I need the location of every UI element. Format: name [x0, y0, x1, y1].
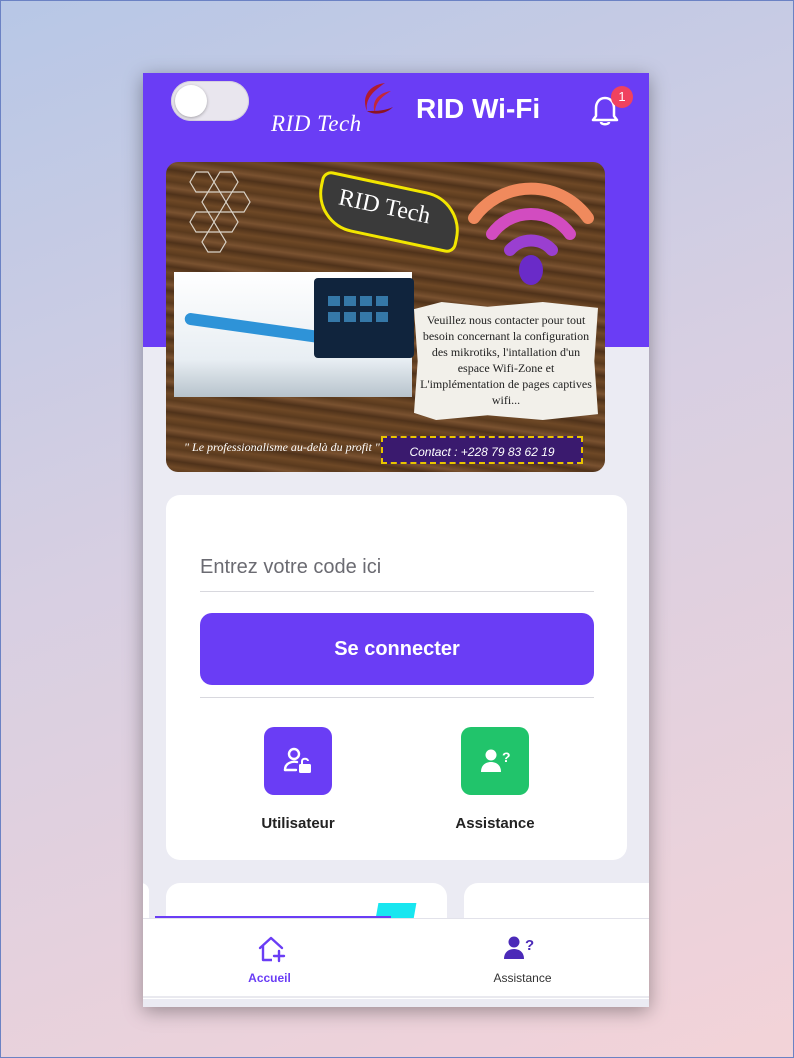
- notification-badge: 1: [611, 86, 633, 108]
- theme-toggle[interactable]: [171, 81, 249, 121]
- toggle-knob: [175, 85, 207, 117]
- banner-note: Veuillez nous contacter pour tout besoin…: [414, 302, 598, 420]
- network-photo: [174, 272, 414, 397]
- nav-assistance-label: Assistance: [493, 971, 552, 985]
- assistance-tile-button[interactable]: ?: [461, 727, 529, 795]
- nav-home-label: Accueil: [248, 971, 291, 985]
- code-input[interactable]: [200, 543, 594, 592]
- nav-bottom-border: [143, 996, 649, 998]
- svg-text:?: ?: [502, 749, 511, 765]
- banner-contact: Contact : +228 79 83 62 19: [381, 436, 583, 464]
- switch-image: [314, 278, 414, 358]
- banner-brand-label: RID Tech: [311, 169, 467, 255]
- user-lock-icon: [283, 747, 311, 773]
- svg-text:?: ?: [525, 937, 534, 954]
- login-button[interactable]: Se connecter: [200, 613, 594, 685]
- brand-name: RID Tech: [271, 111, 362, 136]
- wifi-icon: [468, 182, 594, 285]
- assistance-tile-label: Assistance: [455, 815, 535, 832]
- user-question-icon: ?: [504, 936, 534, 959]
- app-screen: RID Tech RID Wi-Fi 1 RID Tech Veuillez n…: [143, 73, 649, 1007]
- hexagon-pattern-icon: [189, 171, 251, 253]
- promo-banner[interactable]: RID Tech Veuillez nous contacter pour to…: [166, 162, 605, 472]
- user-tile-button[interactable]: [264, 727, 332, 795]
- banner-slogan: " Le professionalisme au-delà du profit …: [184, 440, 380, 454]
- app-title: RID Wi-Fi: [416, 93, 541, 124]
- nav-item-assistance[interactable]: ? Assistance: [396, 919, 649, 999]
- divider: [200, 697, 594, 698]
- bottom-nav: Accueil ? Assistance: [143, 918, 649, 999]
- nav-item-home[interactable]: Accueil: [143, 919, 396, 999]
- login-card: Se connecter Utilisateur ? Assistance: [166, 495, 627, 860]
- user-question-icon: ?: [481, 749, 511, 772]
- home-plus-icon: [258, 936, 286, 963]
- user-tile-label: Utilisateur: [261, 815, 335, 832]
